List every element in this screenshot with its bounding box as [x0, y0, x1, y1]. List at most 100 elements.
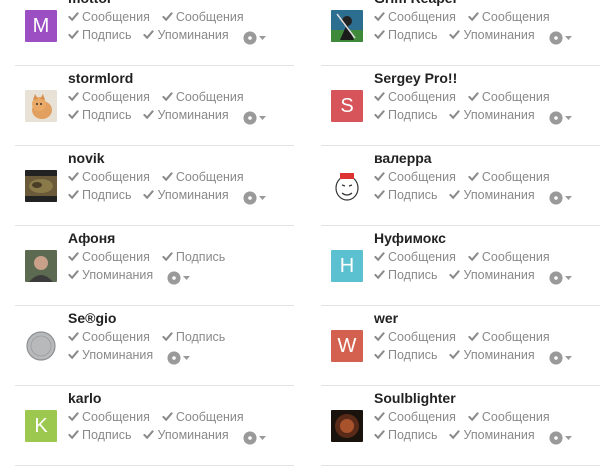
option-toggle[interactable]: Сообщения: [374, 328, 456, 346]
check-icon: [162, 172, 173, 182]
member-name[interactable]: Soulblighter: [374, 390, 456, 406]
option-toggle[interactable]: Сообщения: [68, 88, 150, 106]
separator: [15, 465, 294, 466]
option-toggle[interactable]: Подпись: [374, 26, 437, 44]
option-toggle[interactable]: Сообщения: [162, 408, 244, 426]
settings-dropdown[interactable]: [167, 268, 191, 286]
option-toggle[interactable]: Сообщения: [374, 8, 456, 26]
settings-dropdown[interactable]: [167, 348, 191, 366]
option-label: Сообщения: [481, 330, 550, 344]
option-toggle[interactable]: Сообщения: [68, 328, 150, 346]
option-toggle[interactable]: Подпись: [374, 426, 437, 444]
member-name[interactable]: Se®gio: [68, 310, 116, 326]
option-toggle[interactable]: Упоминания: [143, 26, 229, 44]
member-name[interactable]: mottor: [68, 0, 112, 6]
option-toggle[interactable]: Подпись: [68, 106, 131, 124]
option-toggle[interactable]: Упоминания: [68, 266, 153, 284]
avatar[interactable]: [331, 170, 363, 202]
option-toggle[interactable]: Подпись: [374, 106, 437, 124]
options-line: Подпись Упоминания: [68, 186, 294, 206]
avatar[interactable]: H: [331, 250, 363, 282]
settings-dropdown[interactable]: [549, 188, 573, 206]
member-name[interactable]: wer: [374, 310, 398, 326]
option-toggle[interactable]: Сообщения: [162, 168, 244, 186]
option-toggle[interactable]: Сообщения: [374, 168, 456, 186]
avatar[interactable]: [25, 330, 57, 362]
option-toggle[interactable]: Сообщения: [468, 168, 550, 186]
option-label: Упоминания: [157, 28, 229, 42]
member-name[interactable]: Нуфимокс: [374, 230, 446, 246]
option-toggle[interactable]: Упоминания: [68, 346, 153, 364]
option-toggle[interactable]: Сообщения: [162, 88, 244, 106]
option-toggle[interactable]: Сообщения: [374, 248, 456, 266]
option-label: Подпись: [388, 28, 438, 42]
avatar[interactable]: W: [331, 330, 363, 362]
avatar[interactable]: [25, 170, 57, 202]
member-name[interactable]: stormlord: [68, 70, 133, 86]
check-icon: [449, 350, 461, 360]
settings-dropdown[interactable]: [549, 428, 573, 446]
settings-dropdown[interactable]: [243, 28, 267, 46]
settings-dropdown[interactable]: [549, 268, 573, 286]
option-toggle[interactable]: Подпись: [68, 186, 131, 204]
option-toggle[interactable]: Упоминания: [449, 346, 535, 364]
option-toggle[interactable]: Упоминания: [449, 186, 535, 204]
option-toggle[interactable]: Сообщения: [68, 248, 150, 266]
option-label: Сообщения: [82, 90, 150, 104]
option-toggle[interactable]: Подпись: [68, 426, 131, 444]
option-toggle[interactable]: Подпись: [162, 248, 225, 266]
option-toggle[interactable]: Сообщения: [468, 408, 550, 426]
member-name[interactable]: Афоня: [68, 230, 115, 246]
member-name[interactable]: Sergey Pro!!: [374, 70, 457, 86]
option-toggle[interactable]: Сообщения: [68, 408, 150, 426]
check-icon: [162, 252, 173, 262]
option-toggle[interactable]: Подпись: [374, 266, 437, 284]
option-toggle[interactable]: Подпись: [68, 26, 131, 44]
avatar[interactable]: S: [331, 90, 363, 122]
option-toggle[interactable]: Сообщения: [468, 8, 550, 26]
member-name[interactable]: Grim Reaper: [374, 0, 458, 6]
options-line: Упоминания: [68, 266, 294, 286]
settings-dropdown[interactable]: [243, 108, 267, 126]
settings-dropdown[interactable]: [549, 108, 573, 126]
option-toggle[interactable]: Сообщения: [374, 88, 456, 106]
option-toggle[interactable]: Подпись: [374, 346, 437, 364]
avatar[interactable]: [331, 10, 363, 42]
settings-dropdown[interactable]: [243, 428, 267, 446]
settings-dropdown[interactable]: [549, 28, 573, 46]
avatar[interactable]: [25, 90, 57, 122]
chevron-down-icon: [183, 355, 191, 360]
settings-dropdown[interactable]: [243, 188, 267, 206]
gear-icon: [549, 431, 572, 445]
option-toggle[interactable]: Сообщения: [468, 248, 550, 266]
option-label: Сообщения: [175, 90, 244, 104]
avatar-letter: M: [25, 10, 57, 42]
check-icon: [68, 172, 79, 182]
avatar[interactable]: [331, 410, 363, 442]
option-toggle[interactable]: Упоминания: [449, 426, 535, 444]
settings-dropdown[interactable]: [549, 348, 573, 366]
option-toggle[interactable]: Упоминания: [449, 106, 535, 124]
member-name[interactable]: novik: [68, 150, 105, 166]
option-toggle[interactable]: Сообщения: [468, 88, 550, 106]
options-line: Подпись Упоминания: [68, 426, 294, 446]
member-name[interactable]: валерра: [374, 150, 432, 166]
check-icon: [374, 350, 385, 360]
avatar[interactable]: M: [25, 10, 57, 42]
option-toggle[interactable]: Упоминания: [143, 426, 229, 444]
option-toggle[interactable]: Упоминания: [143, 186, 229, 204]
avatar[interactable]: [25, 250, 57, 282]
chevron-down-icon: [258, 115, 266, 120]
option-toggle[interactable]: Сообщения: [68, 8, 150, 26]
option-toggle[interactable]: Сообщения: [68, 168, 150, 186]
avatar[interactable]: K: [25, 410, 57, 442]
option-toggle[interactable]: Сообщения: [162, 8, 244, 26]
option-toggle[interactable]: Упоминания: [449, 266, 535, 284]
member-name[interactable]: karlo: [68, 390, 101, 406]
option-toggle[interactable]: Сообщения: [468, 328, 550, 346]
option-toggle[interactable]: Подпись: [374, 186, 437, 204]
option-toggle[interactable]: Упоминания: [143, 106, 229, 124]
option-toggle[interactable]: Сообщения: [374, 408, 456, 426]
option-toggle[interactable]: Упоминания: [449, 26, 535, 44]
option-toggle[interactable]: Подпись: [162, 328, 225, 346]
